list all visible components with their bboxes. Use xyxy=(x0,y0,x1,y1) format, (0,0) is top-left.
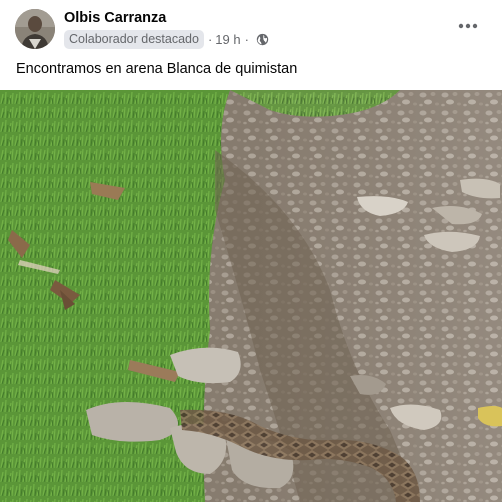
avatar-photo xyxy=(15,9,55,49)
meta-separator: · xyxy=(207,31,213,47)
more-horizontal-icon xyxy=(458,23,478,29)
author-name[interactable]: Olbis Carranza xyxy=(64,10,166,27)
globe-icon[interactable] xyxy=(256,33,269,46)
post-meta: Colaborador destacado · 19 h · xyxy=(64,29,269,49)
post-caption: Encontramos en arena Blanca de quimistan xyxy=(16,61,298,77)
feed-post: Olbis Carranza Colaborador destacado · 1… xyxy=(0,0,502,502)
post-header: Olbis Carranza Colaborador destacado · 1… xyxy=(0,0,502,54)
top-contributor-badge[interactable]: Colaborador destacado xyxy=(64,29,204,49)
meta-separator-2: · xyxy=(244,31,249,47)
post-photo[interactable] xyxy=(0,90,502,502)
post-timestamp[interactable]: 19 h xyxy=(215,32,240,47)
trail-snake-photo xyxy=(0,90,502,502)
author-avatar[interactable] xyxy=(15,9,55,49)
more-options-button[interactable] xyxy=(456,14,480,38)
